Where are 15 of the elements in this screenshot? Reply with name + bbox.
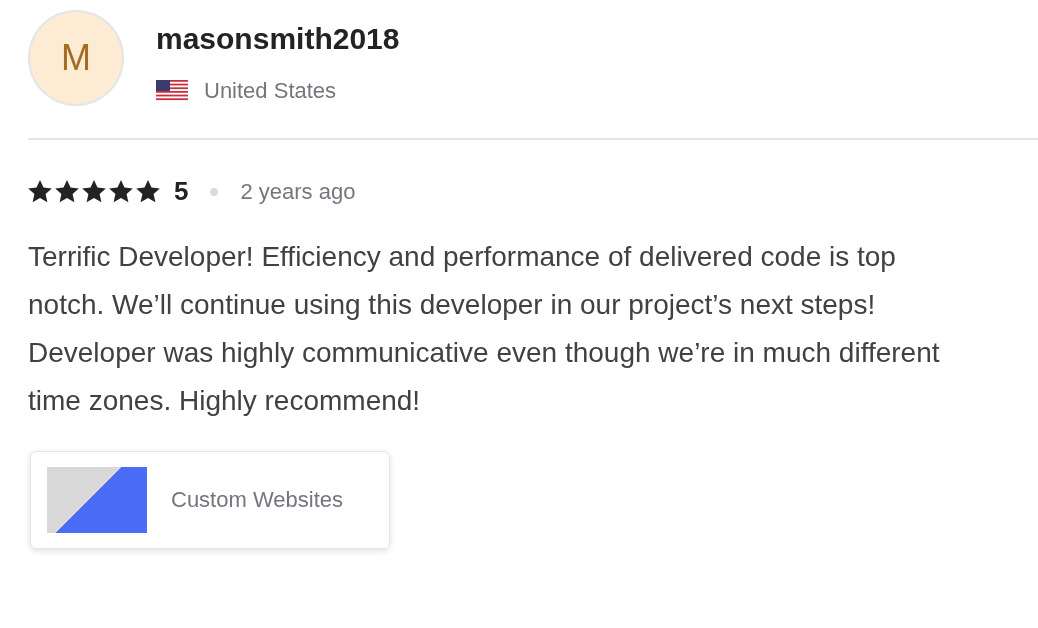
country-name: United States: [204, 78, 337, 104]
star-icon: [136, 180, 160, 203]
gig-title: Custom Websites: [171, 487, 343, 513]
review-text: Terrific Developer! Efficiency and performance of delivered code is top notch. We’ll continue using this developer in our project’s next steps! Developer was highly communicative even though we’re in much different time zones. Highly recommend!: [28, 240, 941, 418]
review-time: 2 years ago: [240, 178, 356, 205]
flag-icon: [156, 80, 188, 102]
star-icon: [82, 180, 106, 203]
gig-card[interactable]: Custom Websites: [30, 451, 390, 549]
star-icon: [28, 180, 52, 203]
avatar: M: [28, 10, 124, 106]
separator-dot: [210, 187, 219, 196]
star-icon: [55, 180, 79, 203]
username: masonsmith2018: [156, 22, 400, 56]
star-icon: [109, 180, 133, 203]
rating-value: 5: [174, 176, 189, 207]
